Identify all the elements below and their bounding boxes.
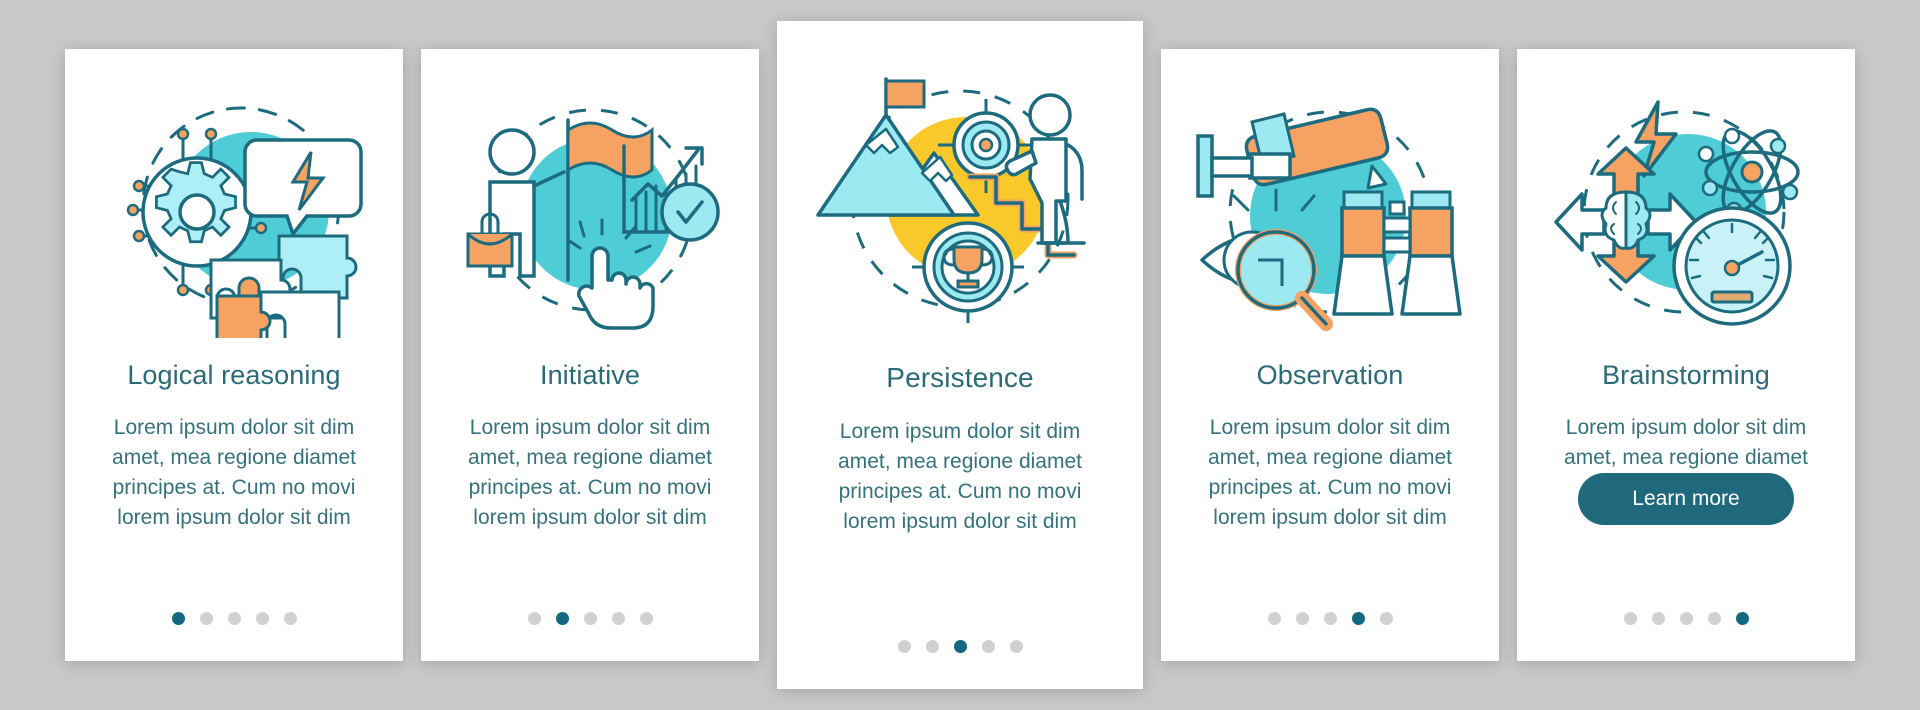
illustration-camera-eye-binoculars xyxy=(1161,67,1499,359)
onboarding-card-observation[interactable]: Observation Lorem ipsum dolor sit dim am… xyxy=(1161,49,1499,661)
card-title: Persistence xyxy=(886,362,1034,393)
illustration-gear-puzzle-lightning xyxy=(65,67,403,359)
pagination-dot-1[interactable] xyxy=(897,640,911,653)
pagination-dot-3[interactable] xyxy=(1323,612,1337,625)
camera-eye-binoculars-icon xyxy=(1196,107,1462,331)
pagination-dot-5[interactable] xyxy=(1009,640,1023,653)
pagination-dot-2[interactable] xyxy=(925,640,939,653)
learn-more-button[interactable]: Learn more xyxy=(1578,473,1794,526)
pagination-dot-1[interactable] xyxy=(171,612,185,625)
pagination-dot-5[interactable] xyxy=(283,612,297,625)
card-title: Observation xyxy=(1256,360,1404,390)
card-body-text: Lorem ipsum dolor sit dim amet, mea regi… xyxy=(1564,416,1808,470)
pagination-dot-3[interactable] xyxy=(953,640,967,653)
mountain-stairs-trophy-icon xyxy=(816,77,1086,323)
pagination-dots[interactable] xyxy=(897,640,1023,653)
pagination-dot-2[interactable] xyxy=(1651,612,1665,625)
card-title: Initiative xyxy=(539,360,641,390)
pagination-dots[interactable] xyxy=(527,612,653,625)
pagination-dot-1[interactable] xyxy=(1267,612,1281,625)
pagination-dot-1[interactable] xyxy=(527,612,541,625)
pagination-dot-2[interactable] xyxy=(1295,612,1309,625)
pagination-dots[interactable] xyxy=(171,612,297,625)
onboarding-card-persistence[interactable]: Persistence Lorem ipsum dolor sit dim am… xyxy=(777,21,1143,689)
illustration-person-flag-chart xyxy=(421,67,759,359)
pagination-dot-5[interactable] xyxy=(1735,612,1749,625)
pagination-dot-3[interactable] xyxy=(1679,612,1693,625)
pagination-dot-5[interactable] xyxy=(639,612,653,625)
gear-puzzle-lightning-icon xyxy=(126,106,363,338)
card-title: Brainstorming xyxy=(1602,360,1770,390)
pagination-dot-4[interactable] xyxy=(1707,612,1721,625)
pagination-dot-2[interactable] xyxy=(555,612,569,625)
onboarding-screens-container: Logical reasoning Lorem ipsum dolor sit … xyxy=(0,0,1920,710)
pagination-dot-2[interactable] xyxy=(199,612,213,625)
card-title: Logical reasoning xyxy=(127,360,341,390)
person-flag-chart-icon xyxy=(466,108,720,330)
pagination-dot-4[interactable] xyxy=(611,612,625,625)
pagination-dot-1[interactable] xyxy=(1623,612,1637,625)
onboarding-card-brainstorming[interactable]: Brainstorming Lorem ipsum dolor sit dim … xyxy=(1517,49,1855,661)
illustration-mountain-stairs-trophy xyxy=(777,43,1143,361)
pagination-dot-4[interactable] xyxy=(1351,612,1365,625)
pagination-dot-4[interactable] xyxy=(255,612,269,625)
onboarding-card-initiative[interactable]: Initiative Lorem ipsum dolor sit dim ame… xyxy=(421,49,759,661)
pagination-dot-4[interactable] xyxy=(981,640,995,653)
pagination-dot-3[interactable] xyxy=(583,612,597,625)
illustration-brain-atom-gauge xyxy=(1517,67,1855,359)
card-body-text: Lorem ipsum dolor sit dim amet, mea regi… xyxy=(838,419,1082,533)
pagination-dot-3[interactable] xyxy=(227,612,241,625)
onboarding-card-logical-reasoning[interactable]: Logical reasoning Lorem ipsum dolor sit … xyxy=(65,49,403,661)
pagination-dots[interactable] xyxy=(1623,612,1749,625)
card-body-text: Lorem ipsum dolor sit dim amet, mea regi… xyxy=(1208,416,1452,530)
card-body-text: Lorem ipsum dolor sit dim amet, mea regi… xyxy=(468,416,712,530)
card-body-text: Lorem ipsum dolor sit dim amet, mea regi… xyxy=(112,416,356,530)
brain-atom-gauge-icon xyxy=(1554,100,1800,326)
pagination-dot-5[interactable] xyxy=(1379,612,1393,625)
pagination-dots[interactable] xyxy=(1267,612,1393,625)
